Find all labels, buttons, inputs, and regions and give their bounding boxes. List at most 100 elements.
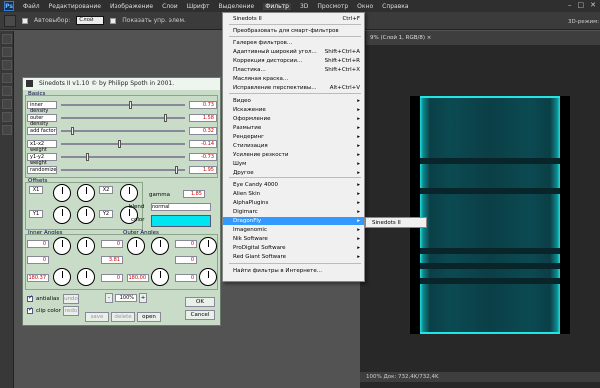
minimize-icon[interactable]: – (568, 1, 572, 9)
open-button[interactable]: open (137, 312, 161, 322)
slider-thumb[interactable] (163, 113, 167, 122)
blend-dropdown[interactable]: normal (151, 203, 211, 211)
antialias-checkbox[interactable] (27, 294, 33, 302)
crop-icon[interactable] (2, 86, 12, 96)
angle-value[interactable]: 180.37 (27, 274, 49, 282)
slider-track[interactable] (61, 152, 185, 161)
slider-thumb[interactable] (129, 100, 133, 109)
ok-button[interactable]: OK (185, 297, 215, 307)
angle-value[interactable]: 0 (175, 274, 197, 282)
slider-thumb[interactable] (85, 152, 89, 161)
filter-menu-item[interactable]: Alien Skin ▸ (223, 190, 364, 198)
filter-menu-item[interactable]: DragonFly ▸ (223, 217, 364, 225)
angle-value[interactable]: 0 (175, 256, 197, 264)
outer-angle-knob[interactable] (151, 237, 169, 255)
cancel-button[interactable]: Cancel (185, 310, 215, 320)
menu-layers[interactable]: Слои (162, 3, 178, 10)
inner-angle-knob[interactable] (53, 268, 71, 286)
filter-menu-item[interactable]: Масляная краска... (223, 75, 364, 83)
angle-value[interactable]: 3.81 (101, 256, 123, 264)
slider-track[interactable] (61, 100, 185, 109)
color-swatch[interactable] (151, 215, 211, 227)
filter-menu-item[interactable]: Исправление перспективы... Alt+Ctrl+V (223, 84, 364, 92)
filter-menu-item[interactable]: Red Giant Software ▸ (223, 253, 364, 261)
filter-menu-item[interactable]: Искажение ▸ (223, 106, 364, 114)
document-tab[interactable]: 9% (Слой 1, RGB/8) × (366, 31, 600, 45)
filter-menu-item[interactable]: Видео ▸ (223, 97, 364, 105)
slider-thumb[interactable] (70, 126, 74, 135)
slider-track[interactable] (61, 126, 185, 135)
menu-type[interactable]: Шрифт (187, 3, 210, 10)
zoom-in-button[interactable]: + (139, 293, 147, 303)
slider-value[interactable]: 0.73 (189, 100, 217, 109)
filter-menu-item[interactable]: Галерея фильтров... (223, 39, 364, 47)
slider-value[interactable]: 0.32 (189, 126, 217, 135)
angle-value[interactable]: 0 (27, 240, 49, 248)
outer-angle-knob[interactable] (151, 268, 169, 286)
filter-menu-item[interactable]: Коррекция дисторсии... Shift+Ctrl+R (223, 57, 364, 65)
filter-menu-item[interactable]: Рендеринг ▸ (223, 133, 364, 141)
menu-select[interactable]: Выделение (218, 3, 254, 10)
offset-x1-knob[interactable] (53, 184, 71, 202)
outer-angle-knob[interactable] (199, 237, 217, 255)
filter-menu-item[interactable]: Nik Software ▸ (223, 235, 364, 243)
close-icon[interactable]: ✕ (590, 1, 596, 9)
inner-angle-knob[interactable] (77, 237, 95, 255)
filter-menu-item[interactable]: Оформление ▸ (223, 115, 364, 123)
move-icon[interactable] (2, 34, 12, 44)
autoselect-dropdown[interactable]: Слой (76, 16, 105, 25)
brush-icon[interactable] (2, 125, 12, 135)
slider-track[interactable] (61, 113, 185, 122)
filter-menu-item[interactable]: Шум ▸ (223, 160, 364, 168)
filter-menu-item[interactable]: Imagenomic ▸ (223, 226, 364, 234)
menu-edit[interactable]: Редактирование (49, 3, 101, 10)
maximize-icon[interactable]: □ (578, 1, 585, 9)
offset-x2-knob[interactable] (120, 184, 138, 202)
clip-color-checkbox[interactable] (27, 306, 33, 314)
filter-menu-item[interactable]: Eye Candy 4000 ▸ (223, 181, 364, 189)
filter-menu-item[interactable]: Усиление резкости ▸ (223, 151, 364, 159)
menu-view[interactable]: Просмотр (317, 3, 348, 10)
offset-x1b-knob[interactable] (77, 184, 95, 202)
slider-thumb[interactable] (118, 139, 122, 148)
slider-value[interactable]: -0.73 (189, 152, 217, 161)
filter-menu-item[interactable]: Стилизация ▸ (223, 142, 364, 150)
angle-value[interactable]: 0 (175, 240, 197, 248)
filter-menu-item[interactable]: Адаптивный широкий угол... Shift+Ctrl+A (223, 48, 364, 56)
angle-value[interactable]: 0 (27, 256, 49, 264)
menu-help[interactable]: Справка (382, 3, 408, 10)
menu-3d[interactable]: 3D (300, 3, 308, 10)
filter-menu-item[interactable]: AlphaPlugins ▸ (223, 199, 364, 207)
move-tool-icon[interactable] (4, 14, 16, 27)
redo-button[interactable]: redo (63, 306, 79, 316)
submenu-item-sinedots[interactable]: Sinedots II (372, 220, 401, 226)
healing-icon[interactable] (2, 112, 12, 122)
save-button[interactable]: save (85, 312, 109, 322)
filter-menu-item[interactable]: Преобразовать для смарт-фильтров (223, 27, 364, 35)
outer-angle-knob[interactable] (199, 268, 217, 286)
menu-image[interactable]: Изображение (110, 3, 153, 10)
slider-track[interactable] (61, 139, 185, 148)
magic-wand-icon[interactable] (2, 73, 12, 83)
menu-file[interactable]: Файл (23, 3, 40, 10)
angle-value[interactable]: 0 (101, 274, 123, 282)
slider-thumb[interactable] (175, 165, 179, 174)
dialog-titlebar[interactable]: Sinedots II v1.10 © by Philipp Spoth in … (23, 78, 220, 90)
angle-value[interactable]: 180.00 (127, 274, 149, 282)
slider-value[interactable]: -0.14 (189, 139, 217, 148)
lasso-icon[interactable] (2, 60, 12, 70)
undo-button[interactable]: undo (63, 294, 79, 304)
filter-menu-item[interactable]: Найти фильтры в Интернете... (223, 267, 364, 275)
gamma-value[interactable]: 1.85 (183, 190, 205, 198)
autoselect-checkbox[interactable] (22, 17, 28, 24)
marquee-icon[interactable] (2, 47, 12, 57)
inner-angle-knob[interactable] (77, 268, 95, 286)
angle-value[interactable]: 0 (101, 240, 123, 248)
menu-filter[interactable]: Фильтр (263, 2, 291, 10)
offset-y1b-knob[interactable] (77, 206, 95, 224)
filter-menu-item[interactable]: Sinedots II Ctrl+F (223, 15, 364, 23)
filter-menu-item[interactable]: Digimarc ▸ (223, 208, 364, 216)
inner-angle-knob[interactable] (53, 237, 71, 255)
slider-track[interactable] (61, 165, 185, 174)
zoom-out-button[interactable]: - (105, 293, 113, 303)
